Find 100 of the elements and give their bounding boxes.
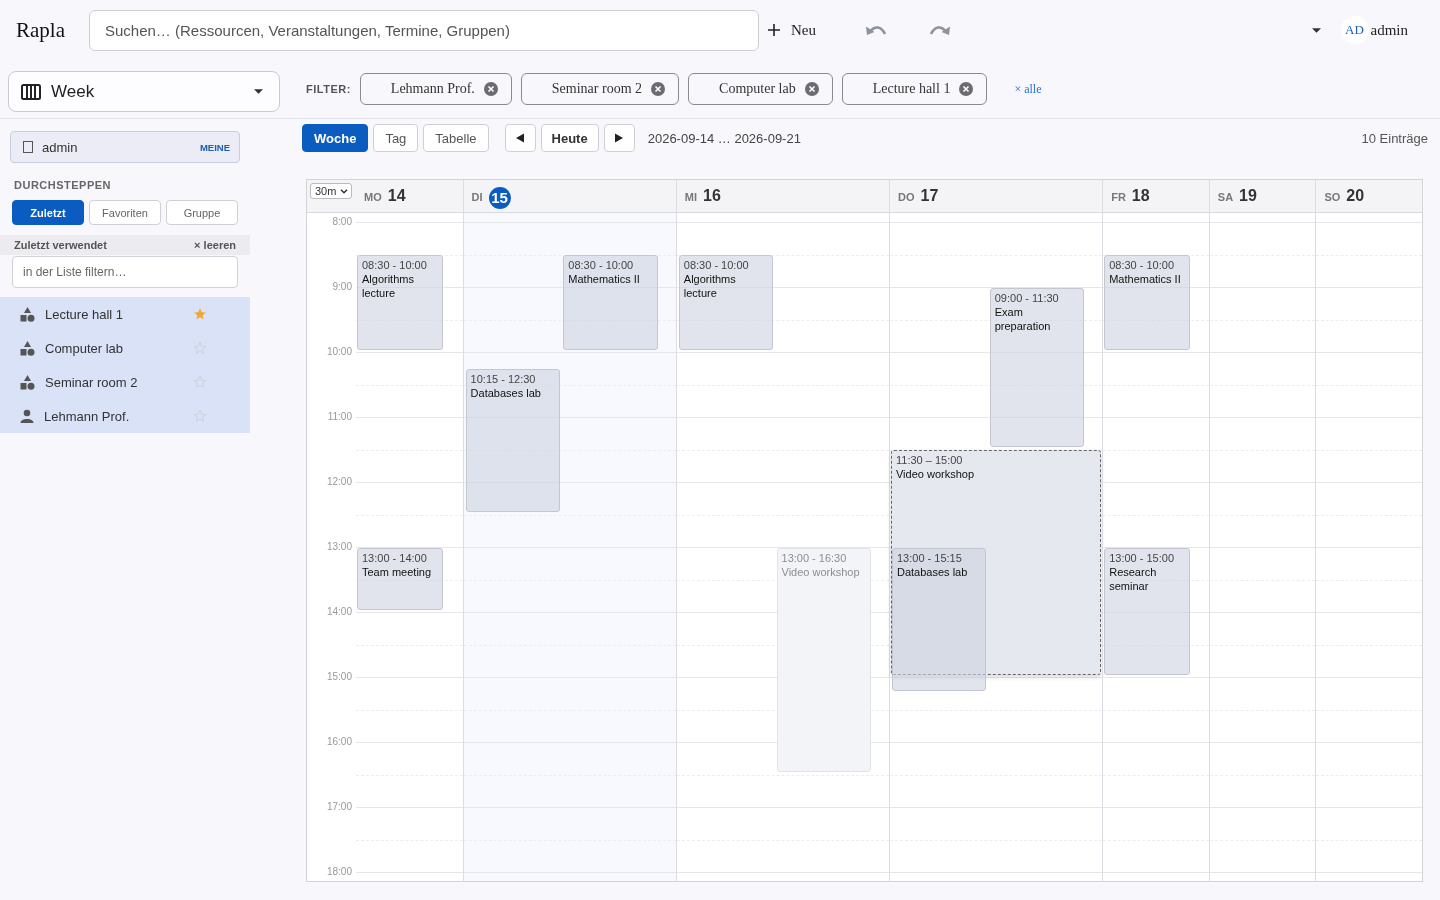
resource-list-item[interactable]: Seminar room 2 (0, 365, 250, 399)
event-title: Algorithms lecture (362, 272, 415, 300)
shapes-icon (20, 374, 35, 390)
event-time: 08:30 - 10:00 (683, 258, 750, 272)
time-label: 15:00 (325, 671, 353, 684)
event-time: 13:00 - 16:30 (781, 550, 848, 565)
view-tab[interactable]: Tabelle (423, 124, 489, 152)
event-title: Team meeting (362, 564, 433, 579)
weekday-label: MO (364, 191, 382, 203)
undo-icon (865, 24, 887, 36)
weekday-label: DI (471, 191, 483, 203)
section-title: DURCHSTEPPEN (14, 179, 113, 192)
event-title: Video workshop (896, 467, 976, 481)
search-field[interactable]: Suchen… (Ressourcen, Veranstaltungen, Termine, Gruppen) (89, 9, 759, 51)
day-date: 20 (1346, 187, 1365, 205)
resource-list-item[interactable]: Lehmann Prof. (0, 399, 250, 433)
resource-list-item[interactable]: Lecture hall 1 (0, 297, 250, 331)
event-time: 08:30 - 10:00 (568, 258, 635, 272)
list-header-title: Zuletzt verwendet (14, 239, 107, 251)
event-time: 09:00 - 11:30 (994, 290, 1060, 305)
chevron-down-icon (340, 188, 349, 194)
calendar-event[interactable]: 09:00 - 11:30 Exam preparation (989, 287, 1085, 447)
calendar-event[interactable]: 08:30 - 10:00 Mathematics II (563, 255, 658, 350)
day-date: 19 (1239, 187, 1257, 205)
view-tab[interactable]: Woche (302, 124, 369, 152)
checkbox[interactable] (23, 141, 33, 153)
clear-all-link[interactable]: × alle (1014, 81, 1042, 97)
time-label: 10:00 (325, 346, 353, 359)
weekday-label: SA (1217, 191, 1234, 203)
filter-tab[interactable]: Zuletzt (12, 200, 84, 225)
calendar-event[interactable]: 13:00 - 15:00 Research seminar (1104, 547, 1190, 675)
shapes-icon (20, 306, 35, 322)
calendar-event[interactable]: 08:30 - 10:00 Algorithms lecture (357, 255, 444, 350)
filter-chip[interactable]: Seminar room 2 (520, 73, 680, 105)
time-label: 16:00 (325, 736, 353, 749)
close-icon (651, 82, 666, 96)
event-title: Mathematics II (1109, 272, 1182, 286)
triangle-left-icon (515, 133, 526, 143)
close-icon (483, 82, 498, 96)
event-time: 13:00 - 15:00 (1109, 550, 1176, 565)
today-button[interactable]: Heute (540, 124, 599, 152)
filter-tab[interactable]: Favoriten (89, 200, 161, 225)
event-title: Exam preparation (994, 304, 1052, 333)
event-time: 08:30 - 10:00 (362, 258, 428, 272)
today-date-badge: 15 (488, 186, 511, 209)
time-label: 18:00 (325, 866, 353, 878)
event-title: Video workshop (781, 564, 861, 579)
clear-list-link[interactable]: × leeren (194, 239, 236, 251)
event-title: Research seminar (1109, 564, 1158, 593)
event-time: 13:00 - 15:15 (897, 550, 963, 565)
calendar-event[interactable]: 13:00 - 15:15 Databases lab (892, 547, 987, 691)
slot-size-select[interactable]: 30m (310, 183, 353, 199)
day-date: 18 (1131, 187, 1150, 205)
resource-list-item[interactable]: Computer lab (0, 331, 250, 365)
triangle-right-icon (614, 133, 625, 143)
weekday-label: SO (1324, 191, 1341, 203)
time-label: 17:00 (325, 801, 353, 814)
close-icon (959, 82, 974, 96)
day-date: 16 (703, 187, 721, 205)
shapes-icon (20, 340, 35, 356)
time-label: 12:00 (325, 476, 353, 489)
weekday-label: FR (1111, 191, 1126, 203)
event-title: Algorithms lecture (683, 272, 737, 300)
calendar-event[interactable]: 08:30 - 10:00 Algorithms lecture (678, 255, 774, 350)
time-label: 11:00 (326, 411, 353, 424)
calendar-event[interactable]: 08:30 - 10:00 Mathematics II (1104, 255, 1190, 350)
previous-button[interactable] (504, 124, 536, 152)
entry-count: 10 Einträge (1361, 130, 1428, 146)
event-title: Databases lab (897, 564, 969, 579)
plus-icon (768, 24, 780, 36)
filter-chip[interactable]: Lecture hall 1 (841, 73, 988, 105)
day-date: 14 (387, 187, 406, 205)
caret-down-icon (1311, 27, 1321, 33)
filter-chip[interactable]: Lehmann Prof. (359, 73, 512, 105)
caret-down-icon (254, 89, 263, 94)
weekday-label: DO (898, 191, 915, 203)
time-label: 8:00 (331, 216, 353, 229)
next-button[interactable] (603, 124, 635, 152)
filter-chip[interactable]: Computer lab (688, 73, 833, 105)
app-name: Rapla (16, 17, 65, 43)
user-filter-toggle[interactable]: admin MEINE (10, 131, 240, 163)
user-label: admin (42, 139, 78, 155)
calendar-event[interactable]: 10:15 - 12:30 Databases lab (465, 368, 560, 512)
new-button[interactable]: Neu (768, 16, 816, 44)
calendar-event[interactable]: 13:00 - 14:00 Team meeting (357, 547, 444, 610)
filter-tab[interactable]: Gruppe (166, 200, 238, 225)
filter-label: FILTER: (306, 83, 351, 95)
user-menu-button[interactable]: AD admin (1340, 16, 1408, 44)
view-dropdown[interactable]: Week (8, 71, 280, 112)
close-icon (804, 82, 819, 96)
redo-icon (929, 24, 951, 36)
columns-icon (21, 83, 41, 100)
date-range-label: 2026-09-14 … 2026-09-21 (647, 130, 801, 146)
event-title: Databases lab (470, 385, 542, 400)
list-filter-field[interactable]: in der Liste filtern… (12, 256, 238, 288)
person-icon (20, 409, 34, 423)
meine-label: MEINE (199, 141, 230, 153)
event-time: 08:30 - 10:00 (1109, 258, 1176, 272)
weekday-label: MI (684, 191, 698, 203)
view-tab[interactable]: Tag (373, 124, 419, 152)
